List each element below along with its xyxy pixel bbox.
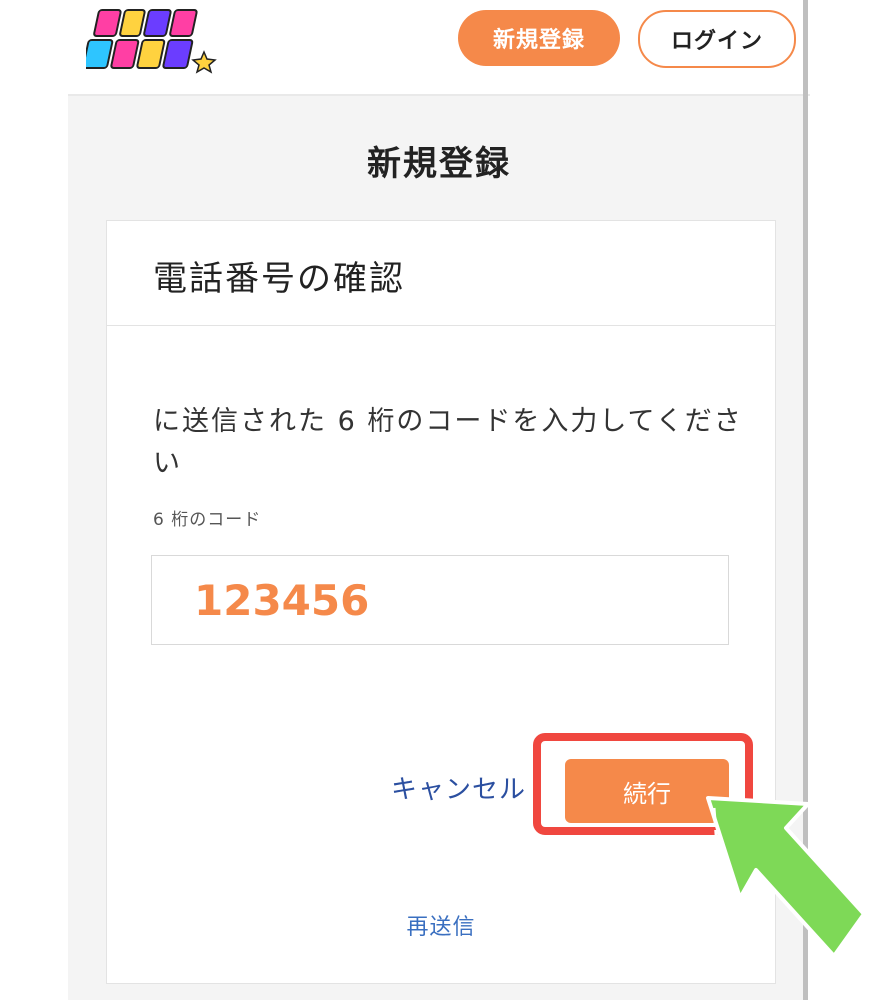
resend-link[interactable]: 再送信: [107, 909, 775, 941]
cancel-button[interactable]: キャンセル: [391, 769, 526, 806]
pointer-arrow-icon: [706, 796, 866, 958]
code-input[interactable]: [151, 555, 729, 645]
instruction-text: に送信された 6 桁のコードを入力してください: [153, 406, 743, 479]
page: 新規登録 ログイン 新規登録 電話番号の確認 に送信された 6 桁のコードを入力…: [0, 0, 880, 1000]
login-button[interactable]: ログイン: [638, 10, 796, 68]
code-field-label: 6 桁のコード: [153, 510, 262, 530]
register-button[interactable]: 新規登録: [458, 10, 620, 66]
verification-card: 電話番号の確認 に送信された 6 桁のコードを入力してください 6 桁のコード …: [106, 220, 776, 984]
card-header: 電話番号の確認: [107, 221, 775, 326]
page-title: 新規登録: [367, 144, 511, 184]
site-logo[interactable]: [86, 6, 224, 74]
card-title: 電話番号の確認: [153, 259, 405, 299]
